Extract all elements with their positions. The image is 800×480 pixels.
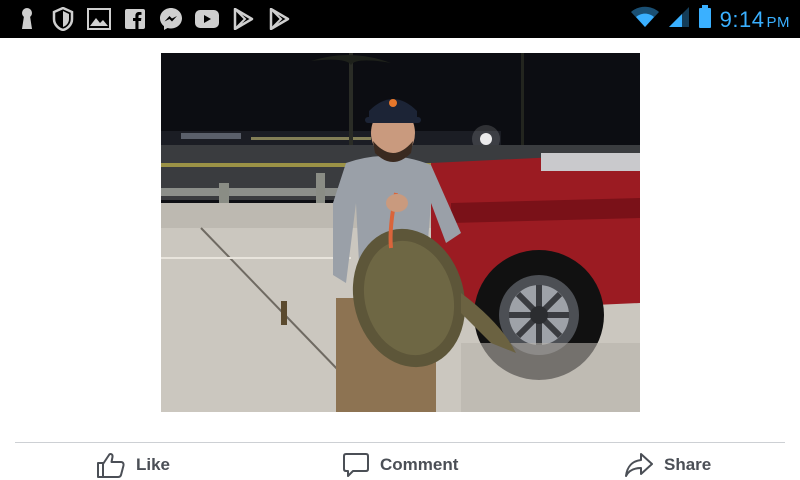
facebook-icon <box>122 6 148 32</box>
play-store-icon <box>230 6 256 32</box>
thumbs-up-icon <box>96 452 126 478</box>
play-store-icon <box>266 6 292 32</box>
post-actions: Like Comment Share <box>0 452 800 480</box>
messenger-icon <box>158 6 184 32</box>
comment-icon <box>342 452 370 478</box>
share-label: Share <box>664 455 712 474</box>
clock: 9:14 PM <box>720 7 790 33</box>
share-arrow-icon <box>624 452 654 478</box>
wifi-icon <box>630 6 660 33</box>
gallery-icon <box>86 6 112 32</box>
youtube-icon <box>194 6 220 32</box>
like-label: Like <box>136 455 171 474</box>
clock-time: 9:14 <box>719 6 765 32</box>
battery-icon <box>698 5 712 34</box>
system-status: 9:14 PM <box>630 5 790 34</box>
shield-icon <box>50 6 76 32</box>
status-bar: 9:14 PM <box>0 0 800 38</box>
like-button[interactable]: Like <box>96 452 170 478</box>
share-button[interactable]: Share <box>624 452 711 478</box>
comment-button[interactable]: Comment <box>342 452 458 478</box>
notification-icons <box>14 6 292 32</box>
keyhole-icon <box>14 6 40 32</box>
clock-ampm: PM <box>766 13 790 31</box>
signal-icon <box>668 6 690 33</box>
post-photo[interactable] <box>161 53 640 412</box>
comment-label: Comment <box>380 455 459 474</box>
action-divider <box>15 442 785 443</box>
